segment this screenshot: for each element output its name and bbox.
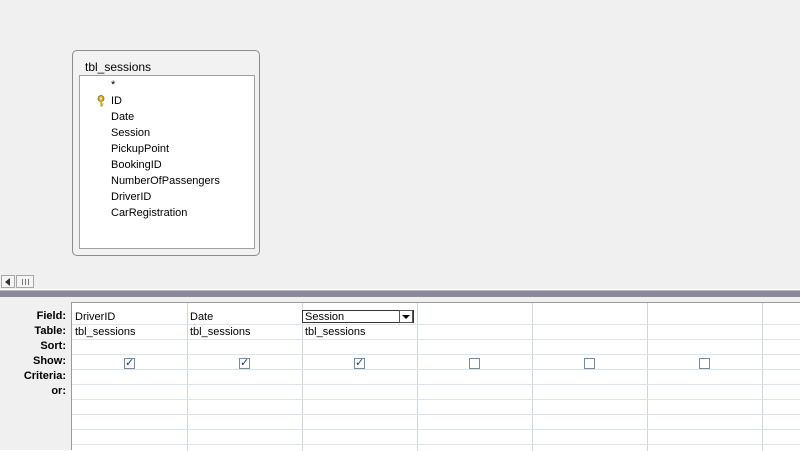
row-label-table: Table: xyxy=(34,325,66,337)
row-label-field: Field: xyxy=(36,310,66,322)
field-item-session[interactable]: Session xyxy=(111,126,150,140)
scroll-thumb[interactable] xyxy=(16,275,34,288)
field-item-bookingid[interactable]: BookingID xyxy=(111,158,162,172)
show-checkbox[interactable] xyxy=(124,356,135,369)
show-checkbox[interactable] xyxy=(469,358,480,369)
field-item-numberofpassengers[interactable]: NumberOfPassengers xyxy=(111,174,220,188)
row-label-criteria: Criteria: xyxy=(23,370,66,382)
query-design-grid[interactable]: DriverID tbl_sessions Date tbl_sessions … xyxy=(71,302,800,451)
row-label-or: or: xyxy=(51,385,66,397)
table-title[interactable]: tbl_sessions xyxy=(85,60,151,74)
scroll-left-arrow-icon[interactable] xyxy=(1,275,15,288)
field-item-driverid[interactable]: DriverID xyxy=(111,190,151,204)
field-item-all[interactable]: * xyxy=(111,78,115,92)
grid-field-cell[interactable]: Session xyxy=(305,311,344,324)
field-item-date[interactable]: Date xyxy=(111,110,134,124)
grid-table-cell[interactable]: tbl_sessions xyxy=(190,326,251,339)
show-checkbox[interactable] xyxy=(239,356,250,369)
field-item-id[interactable]: ID xyxy=(111,94,122,108)
row-label-show: Show: xyxy=(33,355,66,367)
row-label-sort: Sort: xyxy=(40,340,66,352)
horizontal-scrollbar[interactable] xyxy=(0,274,800,289)
key-icon xyxy=(97,95,105,107)
field-list[interactable]: * ID Date Session PickupPoint BookingID … xyxy=(79,75,255,249)
pane-splitter[interactable] xyxy=(0,290,800,297)
show-checkbox[interactable] xyxy=(584,358,595,369)
grid-table-cell[interactable]: tbl_sessions xyxy=(305,326,366,339)
field-item-carregistration[interactable]: CarRegistration xyxy=(111,206,187,220)
grid-field-cell[interactable]: DriverID xyxy=(75,311,115,324)
field-item-pickuppoint[interactable]: PickupPoint xyxy=(111,142,169,156)
query-design-pane[interactable]: tbl_sessions * ID Date Session PickupPoi… xyxy=(0,0,800,274)
show-checkbox[interactable] xyxy=(699,358,710,369)
show-checkbox[interactable] xyxy=(354,356,365,369)
chevron-down-icon[interactable] xyxy=(399,310,413,323)
grid-field-cell[interactable]: Date xyxy=(190,311,213,324)
grid-table-cell[interactable]: tbl_sessions xyxy=(75,326,136,339)
table-field-list-window[interactable]: tbl_sessions * ID Date Session PickupPoi… xyxy=(72,50,260,256)
